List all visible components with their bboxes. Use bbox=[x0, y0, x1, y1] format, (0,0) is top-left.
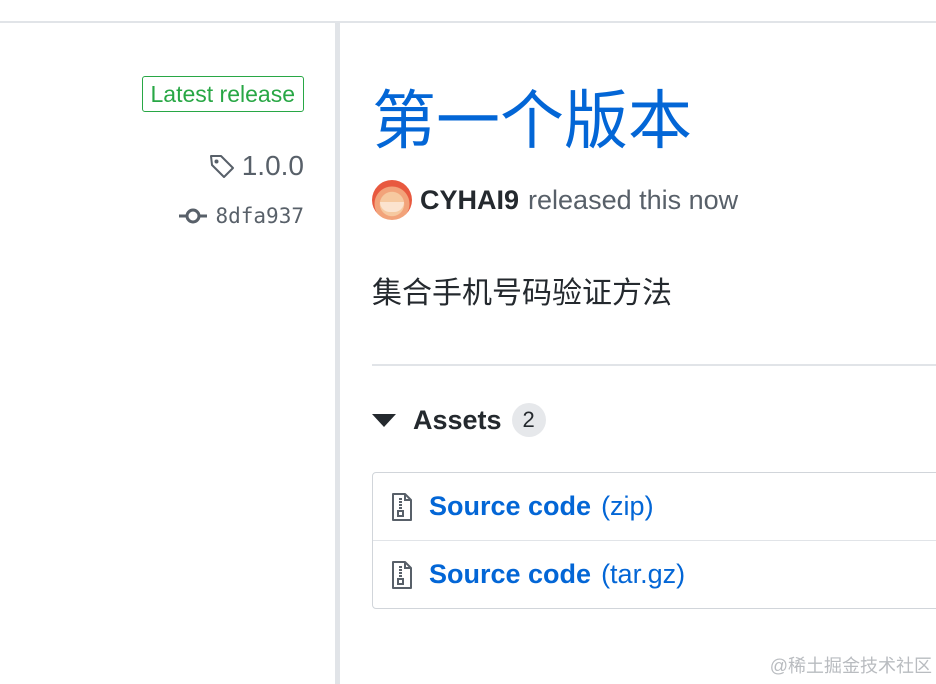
asset-name: Source code bbox=[429, 491, 592, 521]
commit-sha: 8dfa937 bbox=[215, 204, 304, 228]
author-link[interactable]: CYHAI9 bbox=[420, 182, 519, 218]
release-title[interactable]: 第一个版本 bbox=[372, 84, 692, 158]
commit-icon bbox=[179, 208, 208, 224]
asset-list: Source code (zip) Source code (tar.gz) bbox=[372, 472, 936, 609]
release-page: Latest release 1.0.0 8dfa937 第一个版本 CYHAI… bbox=[0, 0, 936, 684]
tag-icon bbox=[209, 155, 234, 178]
tag-link[interactable]: 1.0.0 bbox=[208, 150, 304, 182]
assets-label: Assets bbox=[413, 405, 502, 435]
release-meta: Latest release 1.0.0 8dfa937 bbox=[141, 76, 304, 230]
watermark: @稀土掘金技术社区 bbox=[769, 656, 932, 676]
avatar[interactable] bbox=[372, 180, 412, 220]
asset-ext: (tar.gz) bbox=[601, 559, 686, 589]
release-byline: CYHAI9 released this now bbox=[372, 180, 738, 220]
asset-item-targz[interactable]: Source code (tar.gz) bbox=[373, 540, 936, 608]
release-body: 集合手机号码验证方法 bbox=[372, 277, 672, 310]
top-divider bbox=[0, 21, 936, 23]
file-zip-icon bbox=[392, 560, 412, 589]
caret-down-icon bbox=[372, 413, 396, 427]
released-text: released this now bbox=[528, 185, 739, 215]
asset-item-zip[interactable]: Source code (zip) bbox=[373, 473, 936, 540]
asset-name: Source code bbox=[429, 559, 592, 589]
section-divider bbox=[372, 364, 936, 366]
asset-ext: (zip) bbox=[601, 491, 654, 521]
commit-link[interactable]: 8dfa937 bbox=[179, 202, 304, 230]
assets-count-badge: 2 bbox=[511, 403, 546, 437]
timeline-line bbox=[335, 23, 340, 684]
assets-toggle[interactable]: Assets 2 bbox=[372, 402, 546, 438]
tag-label: 1.0.0 bbox=[241, 150, 304, 181]
latest-release-badge: Latest release bbox=[141, 76, 304, 112]
file-zip-icon bbox=[392, 492, 412, 521]
